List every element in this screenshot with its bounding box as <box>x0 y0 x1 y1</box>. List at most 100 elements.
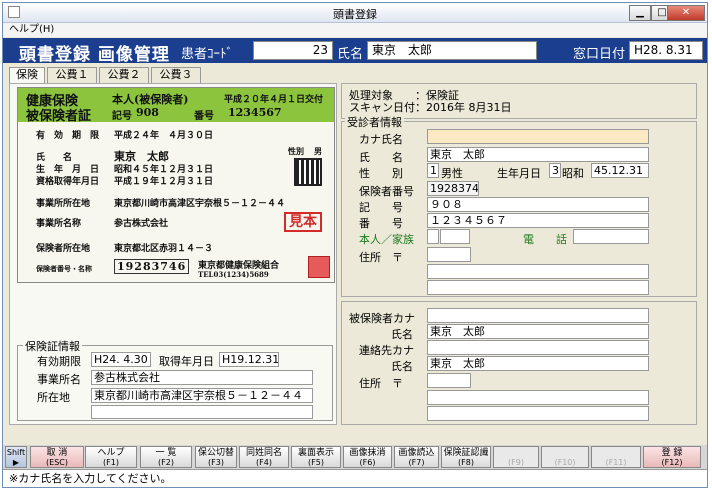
acquired-label: 取得年月日 <box>159 355 214 368</box>
address-field-2[interactable] <box>91 405 313 419</box>
relation-input[interactable] <box>440 229 470 244</box>
fkey-f5[interactable]: 裏面表示 (F5) <box>291 446 341 468</box>
fkey-f12[interactable]: 登 録 (F12) <box>643 446 701 468</box>
tab-public2[interactable]: 公費２ <box>99 67 149 83</box>
insured-name-input[interactable]: 東京 太郎 <box>427 324 649 339</box>
card-company-label: 事業所名称 <box>36 219 82 229</box>
office-field[interactable]: 参古株式会社 <box>91 370 313 385</box>
acquired-field[interactable]: H19.12.31 <box>219 352 279 367</box>
contact-kana-label: 連絡先カナ <box>359 344 414 357</box>
fkey-f10[interactable]: (F10) <box>541 446 589 468</box>
menu-bar: ヘルプ(H) <box>3 23 707 37</box>
card-gender-label: 性別 <box>288 146 304 156</box>
phone-label: 電 話 <box>523 233 567 246</box>
fkey-label: 画像読込 <box>398 448 435 458</box>
sample-stamp: 見本 <box>284 212 322 232</box>
insured-address-input-2[interactable] <box>427 406 649 421</box>
patient-address-input-2[interactable] <box>427 280 649 295</box>
card-validity-label: 有 効 期 限 <box>36 131 100 141</box>
card-symbol: 908 <box>136 106 159 119</box>
main-window: 頭書登録 ▁ □ ✕ ヘルプ(H) 頭書登録 画像管理 患者ｺｰﾄﾞ 23 氏名… <box>2 2 708 488</box>
fkey-shortcut: (F2) <box>158 458 174 467</box>
relation-code-input[interactable] <box>427 229 439 244</box>
number-input[interactable]: １２３４５６７ <box>427 213 649 228</box>
insurance-card-image: 健康保険 被保険者証 本人(被保険者) 平成２０年４月１日交付 記号 908 番… <box>17 87 335 283</box>
insured-kana-input[interactable] <box>427 308 649 323</box>
card-validity: 平成２４年 ４月３０日 <box>114 131 214 141</box>
fkey-label: 一 覧 <box>155 448 177 458</box>
fkey-f2[interactable]: 一 覧 (F2) <box>140 446 192 468</box>
fkey-shortcut: (F8) <box>458 458 474 467</box>
insured-no-label: 保険者番号 <box>359 185 414 198</box>
fkey-label: 保険証認識 <box>443 448 489 458</box>
fkey-shortcut: (ESC) <box>46 458 68 467</box>
insured-address-label: 住所 〒 <box>359 377 403 390</box>
fkey-shortcut: (F3) <box>208 458 224 467</box>
shift-button[interactable]: Shift ▶ <box>5 446 27 468</box>
fkey-shortcut: (F9) <box>508 458 524 467</box>
kana-name-input[interactable] <box>427 129 649 144</box>
fkey-f8[interactable]: 保険証認識 (F8) <box>441 446 491 468</box>
menu-help[interactable]: ヘルプ(H) <box>9 24 54 35</box>
fkey-shortcut: (F1) <box>103 458 119 467</box>
patient-name-field[interactable]: 東京 太郎 <box>367 41 537 60</box>
card-issued: 平成２０年４月１日交付 <box>224 95 324 105</box>
fkey-label: 裏面表示 <box>297 448 334 458</box>
card-insurer-no: 19283746 <box>114 259 190 274</box>
postal-code-input[interactable] <box>427 247 471 262</box>
card-qualify-label: 資格取得年月日 <box>36 177 100 187</box>
validity-field[interactable]: H24. 4.30 <box>91 352 151 367</box>
card-insurer-addr: 東京都北区赤羽１４－３ <box>114 244 214 254</box>
card-holder: 本人(被保険者) <box>112 93 189 106</box>
era-value: 昭和 <box>562 167 584 180</box>
seal-icon <box>308 256 330 278</box>
fkey-label <box>542 448 588 458</box>
fkey-f7[interactable]: 画像読込 (F7) <box>394 446 439 468</box>
fkey-label: ヘルプ <box>97 448 125 458</box>
era-code-input[interactable]: 3 <box>549 163 561 178</box>
address-field[interactable]: 東京都川崎市高津区宇奈根５－１２－４４ <box>91 388 313 403</box>
contact-kana-input[interactable] <box>427 340 649 355</box>
reception-date-field[interactable]: H28. 8.31 <box>629 41 703 60</box>
fkey-shortcut: (F10) <box>554 458 576 467</box>
fkey-f4[interactable]: 同姓同名 (F4) <box>239 446 289 468</box>
close-button[interactable]: ✕ <box>667 5 705 21</box>
patient-name-input[interactable]: 東京 太郎 <box>427 147 649 162</box>
card-gender: 男 <box>314 146 322 156</box>
fkey-f11[interactable]: (F11) <box>591 446 641 468</box>
contact-name-input[interactable]: 東京 太郎 <box>427 356 649 371</box>
gender-code-input[interactable]: 1 <box>427 163 439 178</box>
fkey-label: 同姓同名 <box>245 448 282 458</box>
insured-postal-input[interactable] <box>427 373 471 388</box>
patient-address-label: 住所 〒 <box>359 251 403 264</box>
function-key-bar: Shift ▶ 取 消 (ESC) ヘルプ (F1) 一 覧 (F2) 保公切替 (F3) 同姓同… <box>3 445 707 469</box>
fkey-f1[interactable]: ヘルプ (F1) <box>85 446 137 468</box>
fkey-f3[interactable]: 保公切替 (F3) <box>195 446 237 468</box>
card-company: 参古株式会社 <box>114 219 169 229</box>
card-addr: 東京都川崎市高津区宇奈根５－１２－４４ <box>114 199 286 209</box>
patient-code-field[interactable]: 23 <box>253 41 333 60</box>
fkey-esc[interactable]: 取 消 (ESC) <box>30 446 84 468</box>
minimize-button[interactable]: ▁ <box>629 5 651 21</box>
tab-public3[interactable]: 公費３ <box>151 67 201 83</box>
phone-input[interactable] <box>573 229 649 244</box>
fkey-label <box>494 448 538 458</box>
insured-kana-label: 被保険者カナ <box>349 312 415 325</box>
insured-address-input-1[interactable] <box>427 390 649 405</box>
title-bar: 頭書登録 ▁ □ ✕ <box>3 3 707 23</box>
fkey-f9[interactable]: (F9) <box>493 446 539 468</box>
insured-no-input[interactable]: 19283746 <box>427 181 479 196</box>
name-label: 氏名 <box>337 47 364 62</box>
header-bar: 頭書登録 画像管理 患者ｺｰﾄﾞ 23 氏名 東京 太郎 窓口日付 H28. 8… <box>3 38 707 65</box>
fkey-f6[interactable]: 画像抹消 (F6) <box>343 446 392 468</box>
tab-public1[interactable]: 公費１ <box>47 67 97 83</box>
symbol-input[interactable]: ９０８ <box>427 197 649 212</box>
birth-input[interactable]: 45.12.31 <box>591 163 649 178</box>
birth-label: 生年月日 <box>497 167 541 180</box>
insurance-info-legend: 保険証情報 <box>23 338 82 354</box>
patient-address-input-1[interactable] <box>427 264 649 279</box>
card-number-label: 番号 <box>194 111 214 122</box>
tab-insurance[interactable]: 保険 <box>9 67 45 84</box>
fkey-label: 画像抹消 <box>349 448 386 458</box>
symbol-label: 記 号 <box>359 201 403 214</box>
